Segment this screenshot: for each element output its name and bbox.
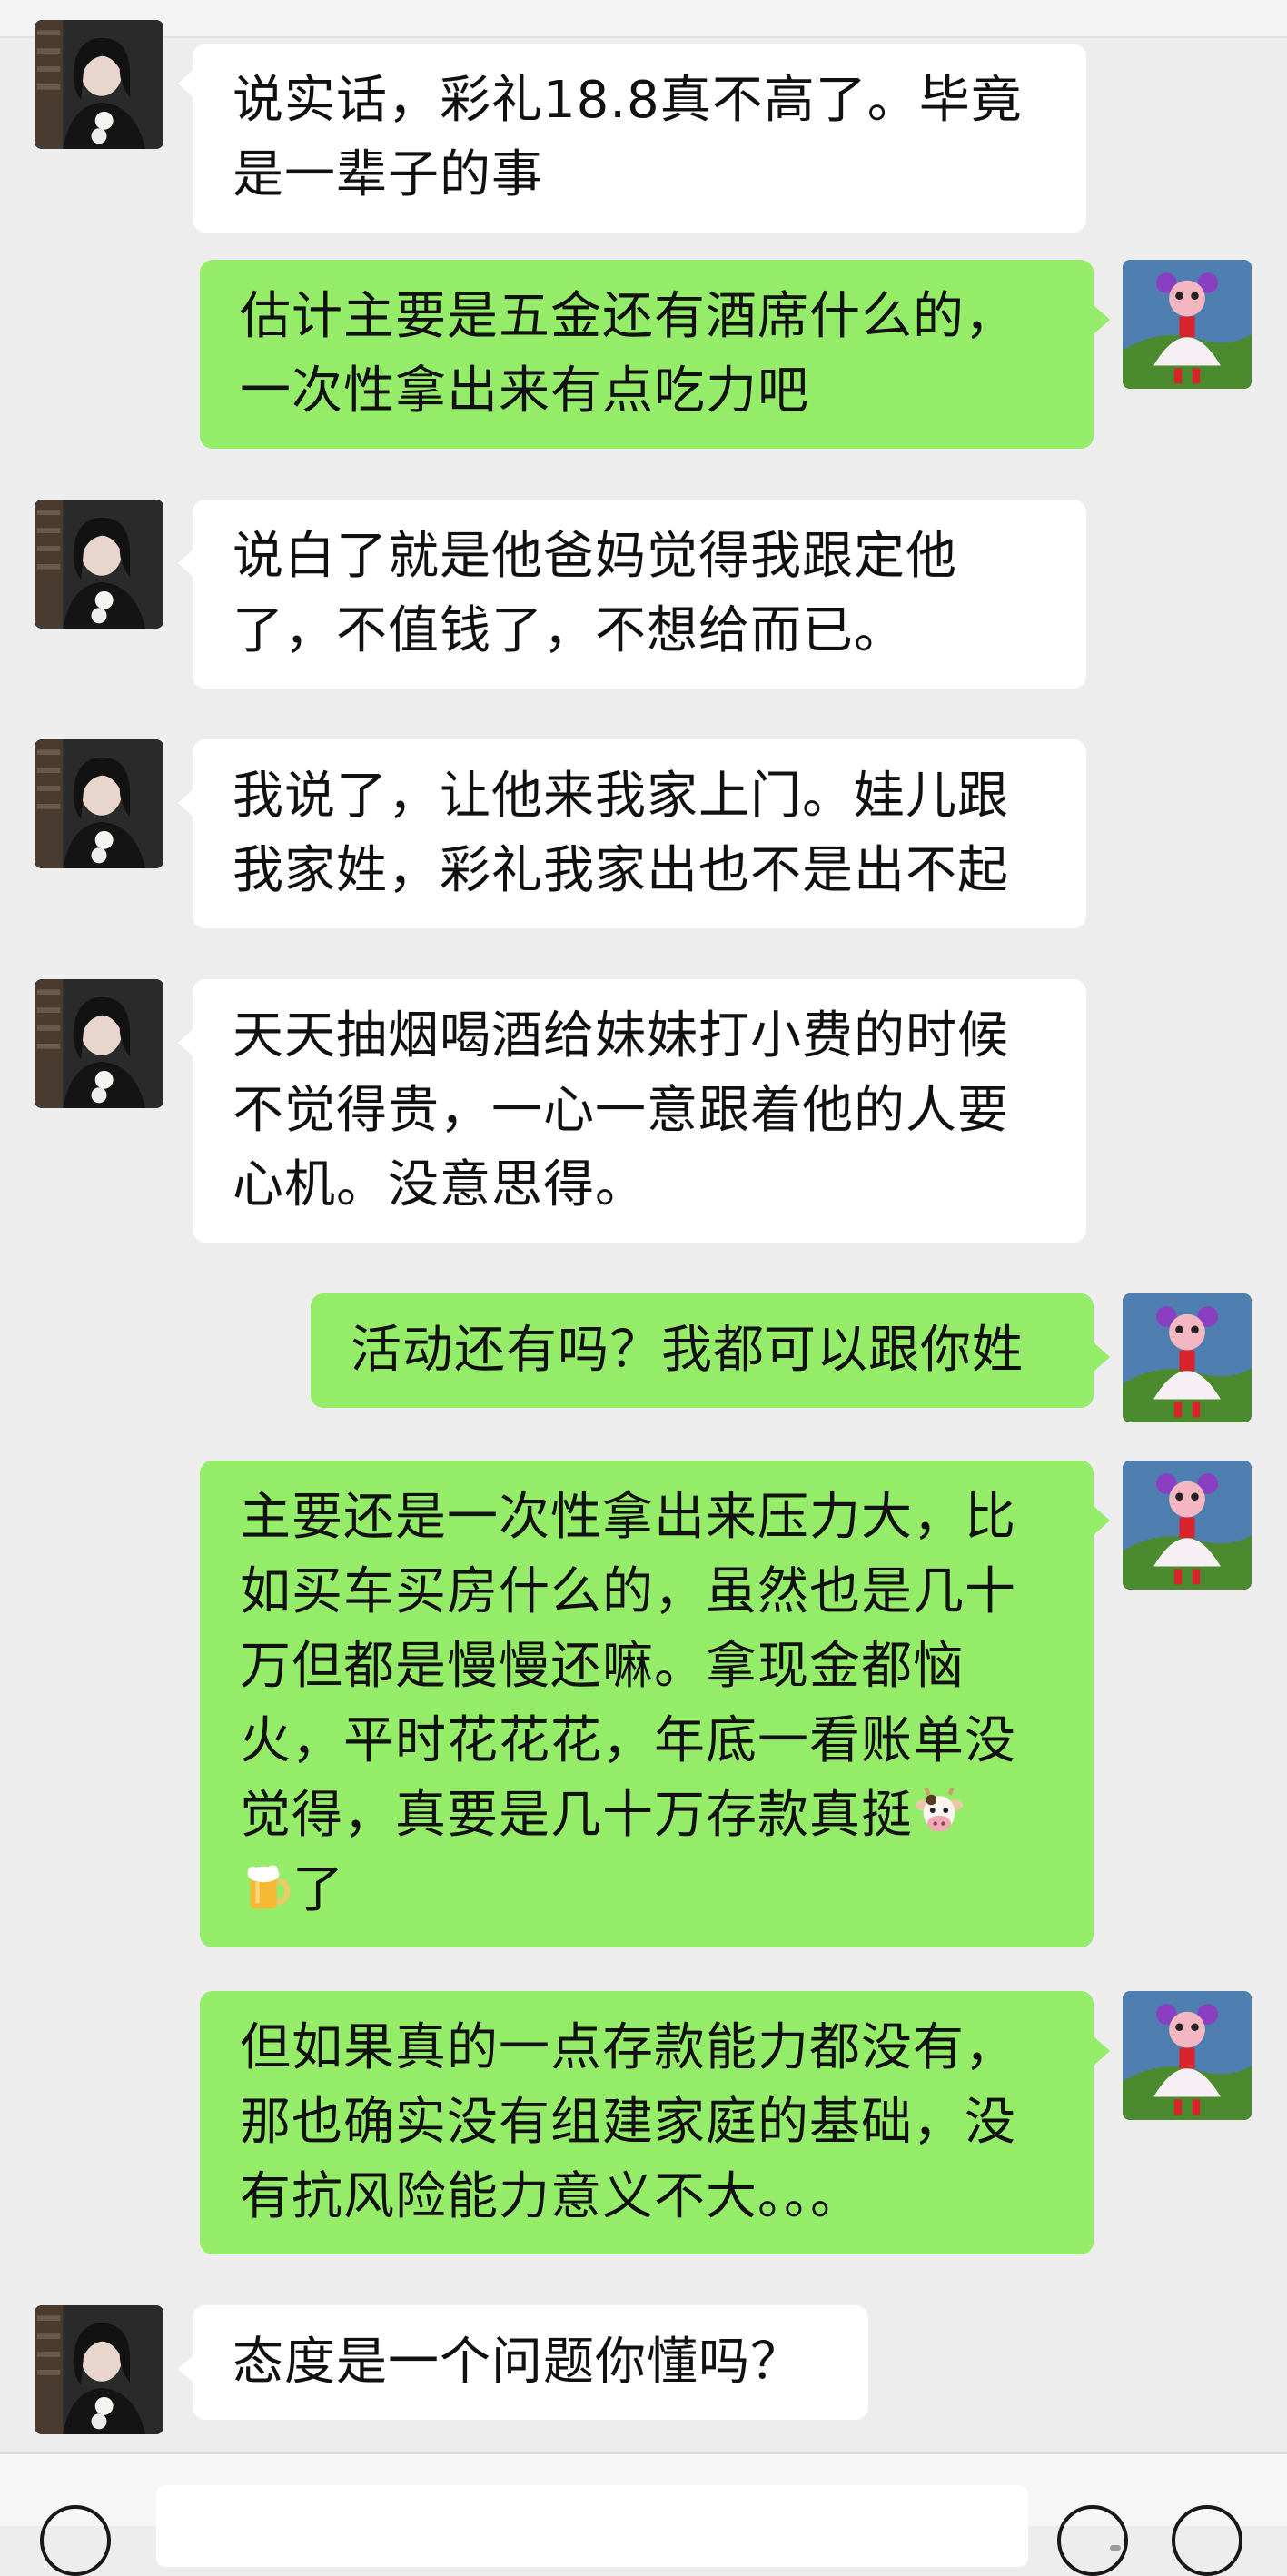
message-bubble[interactable]: 说实话，彩礼18.8真不高了。毕竟是一辈子的事: [193, 44, 1086, 233]
contact-avatar[interactable]: [35, 739, 163, 868]
girl-portrait-image: [35, 739, 163, 868]
plus-icon[interactable]: [1172, 2505, 1242, 2576]
message-bubble[interactable]: 但如果真的一点存款能力都没有，那也确实没有组建家庭的基础，没有抗风险能力意义不大…: [200, 1991, 1094, 2254]
message-text: 说实话，彩礼18.8真不高了。毕竟是一辈子的事: [233, 71, 1023, 204]
girl-portrait-image: [35, 500, 163, 629]
contact-avatar[interactable]: [35, 20, 163, 149]
message-text: 但如果真的一点存款能力都没有，那也确实没有组建家庭的基础，没有抗风险能力意义不大…: [240, 2018, 1016, 2226]
cartoon-doll-image: [1123, 1991, 1252, 2120]
cartoon-doll-image: [1123, 1293, 1252, 1422]
message-text: 天天抽烟喝酒给妹妹打小费的时候不觉得贵，一心一意跟着他的人要心机。没意思得。: [233, 1006, 1009, 1214]
cartoon-doll-image: [1123, 1461, 1252, 1590]
message-bubble[interactable]: 我说了，让他来我家上门。娃儿跟我家姓，彩礼我家出也不是出不起: [193, 739, 1086, 928]
emoji-icon[interactable]: [1057, 2505, 1128, 2576]
message-input[interactable]: [156, 2485, 1121, 2567]
contact-avatar[interactable]: [35, 500, 163, 629]
bubble-tail: [1094, 1342, 1110, 1372]
girl-portrait-image: [35, 979, 163, 1108]
girl-portrait-image: [35, 2305, 163, 2434]
my-avatar[interactable]: [1123, 1293, 1252, 1422]
bubble-tail: [1094, 305, 1110, 334]
message-text: 态度是一个问题你懂吗？: [233, 2333, 802, 2392]
message-bubble[interactable]: 天天抽烟喝酒给妹妹打小费的时候不觉得贵，一心一意跟着他的人要心机。没意思得。: [193, 979, 1086, 1243]
message-text: 说白了就是他爸妈觉得我跟定他了，不值钱了，不想给而已。: [233, 527, 957, 660]
message-text: 活动还有吗？我都可以跟你姓: [351, 1321, 1024, 1380]
message-text: 了: [292, 1860, 344, 1919]
contact-avatar[interactable]: [35, 2305, 163, 2434]
cartoon-doll-image: [1123, 260, 1252, 389]
bubble-tail: [1094, 1506, 1110, 1535]
beer-mug-emoji: [240, 1861, 292, 1914]
contact-avatar[interactable]: [35, 979, 163, 1108]
my-avatar[interactable]: [1123, 260, 1252, 389]
message-bubble[interactable]: 主要还是一次性拿出来压力大，比如买车买房什么的，虽然也是几十万但都是慢慢还嘛。拿…: [200, 1461, 1094, 1947]
bubble-tail: [1094, 2036, 1110, 2066]
my-avatar[interactable]: [1123, 1991, 1252, 2120]
message-bubble[interactable]: 活动还有吗？我都可以跟你姓: [311, 1293, 1094, 1408]
my-avatar[interactable]: [1123, 1461, 1252, 1590]
chat-area[interactable]: 说实话，彩礼18.8真不高了。毕竟是一辈子的事 估计主要是五金还有酒席什么的，一…: [0, 0, 1287, 2452]
cow-face-emoji: [913, 1787, 965, 1839]
input-bar: [0, 2452, 1287, 2576]
message-bubble[interactable]: 说白了就是他爸妈觉得我跟定他了，不值钱了，不想给而已。: [193, 500, 1086, 689]
message-text: 主要还是一次性拿出来压力大，比如买车买房什么的，虽然也是几十万但都是慢慢还嘛。拿…: [240, 1488, 1016, 1845]
message-bubble[interactable]: 态度是一个问题你懂吗？: [193, 2305, 868, 2420]
message-text: 我说了，让他来我家上门。娃儿跟我家姓，彩礼我家出也不是出不起: [233, 767, 1009, 900]
message-text: 估计主要是五金还有酒席什么的，一次性拿出来有点吃力吧: [240, 287, 1016, 421]
voice-icon[interactable]: [40, 2505, 111, 2576]
girl-portrait-image: [35, 20, 163, 149]
message-bubble[interactable]: 估计主要是五金还有酒席什么的，一次性拿出来有点吃力吧: [200, 260, 1094, 449]
